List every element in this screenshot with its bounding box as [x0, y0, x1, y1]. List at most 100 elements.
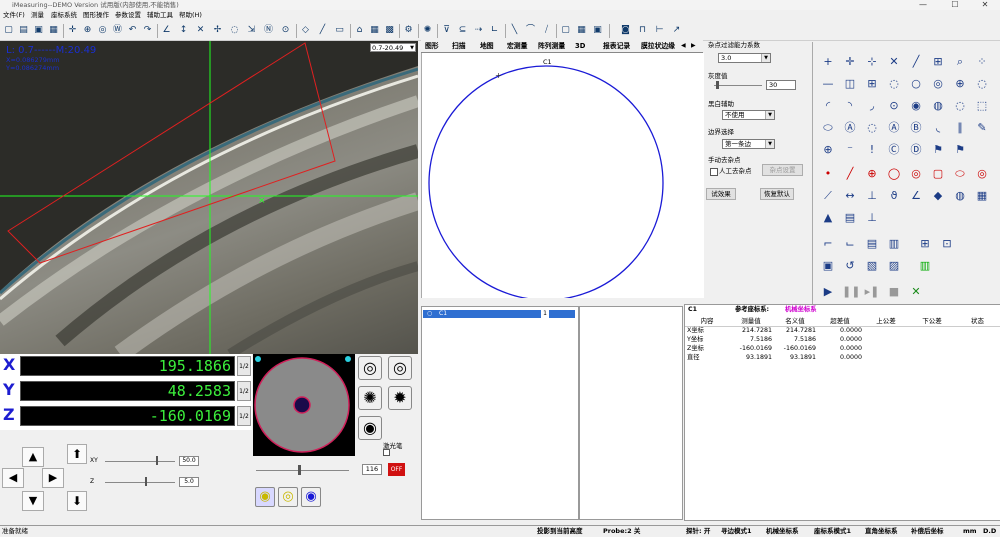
- table-row[interactable]: X坐标 214.7281 214.7281 0.0000: [685, 327, 1000, 336]
- auto-focus-icon[interactable]: ◎: [96, 24, 109, 37]
- tab-edge[interactable]: 膜拉状边缘: [641, 41, 675, 51]
- z-speed-thumb[interactable]: [145, 477, 147, 486]
- status-coord-mode[interactable]: 座标系模式1: [814, 526, 851, 537]
- rect-cross-icon[interactable]: ⊞: [864, 76, 880, 92]
- gray-value-field[interactable]: 30: [766, 80, 796, 90]
- tab-scan[interactable]: 扫描: [452, 41, 466, 51]
- load2-icon[interactable]: ▨: [886, 258, 902, 274]
- z-down-icon[interactable]: ⬇: [67, 491, 87, 511]
- bottom-light-icon[interactable]: ◉: [358, 416, 382, 440]
- xy-speed-value[interactable]: 50.0: [179, 456, 199, 466]
- flag-icon[interactable]: ⚑: [930, 142, 946, 158]
- parallel-icon[interactable]: ∥: [952, 120, 968, 136]
- jog-down-icon[interactable]: ▼: [22, 491, 44, 511]
- tool-angle-icon[interactable]: ∠: [160, 24, 173, 37]
- menu-params[interactable]: 参数设置: [115, 10, 141, 21]
- circle-d-icon[interactable]: Ⓓ: [908, 142, 924, 158]
- red-circle-icon[interactable]: ◯: [886, 166, 902, 182]
- play-icon[interactable]: ▶: [820, 284, 836, 300]
- save-coord-icon[interactable]: ▣: [820, 258, 836, 274]
- ellipse-icon[interactable]: ⬭: [820, 120, 836, 136]
- menu-measure[interactable]: 测量: [31, 10, 44, 21]
- manual-noise-checkbox[interactable]: [710, 168, 718, 176]
- gray-slider-thumb[interactable]: [716, 81, 719, 89]
- light-value-field[interactable]: 116: [362, 464, 382, 475]
- ring-light-icon[interactable]: ◎: [358, 356, 382, 380]
- line-slash-icon[interactable]: ⧸: [540, 24, 553, 37]
- red-line-icon[interactable]: ╱: [842, 166, 858, 182]
- circle-plus-icon[interactable]: ⊕: [952, 76, 968, 92]
- list-item[interactable]: ○ C1 1: [423, 310, 575, 318]
- jog-right-icon[interactable]: ▶: [42, 468, 64, 488]
- tool-shape-icon[interactable]: ◇: [299, 24, 312, 37]
- line-icon[interactable]: ╱: [908, 54, 924, 70]
- light-dial[interactable]: [253, 354, 355, 456]
- segment-light-icon[interactable]: ✺: [358, 386, 382, 410]
- minimize-button[interactable]: —: [908, 0, 938, 10]
- calc-icon[interactable]: ▩: [383, 24, 396, 37]
- maximize-button[interactable]: ☐: [940, 0, 970, 10]
- wizard-icon[interactable]: Ⓦ: [111, 24, 124, 37]
- recall-icon[interactable]: ↺: [842, 258, 858, 274]
- gray-slider[interactable]: [714, 85, 762, 86]
- rotate-right-icon[interactable]: ↷: [141, 24, 154, 37]
- circle-icon[interactable]: ○: [908, 76, 924, 92]
- perpendicular-icon[interactable]: ⊥: [864, 210, 880, 226]
- tool-n-icon[interactable]: Ⓝ: [262, 24, 275, 37]
- menu-tools[interactable]: 辅助工具: [147, 10, 173, 21]
- camera-icon[interactable]: ◙: [619, 24, 632, 37]
- load-icon[interactable]: ▧: [864, 258, 880, 274]
- coord-set-icon[interactable]: ⌙: [842, 236, 858, 252]
- add-frame-icon[interactable]: ⊞: [917, 236, 933, 252]
- xy-speed-slider[interactable]: [105, 461, 175, 462]
- jog-left-icon[interactable]: ◀: [2, 468, 24, 488]
- center-frame-icon[interactable]: ⊡: [939, 236, 955, 252]
- new-file-icon[interactable]: ▢: [2, 24, 15, 37]
- freeform-icon[interactable]: ϑ: [886, 188, 902, 204]
- minus-point-icon[interactable]: ⁻: [842, 142, 858, 158]
- frame-icon[interactable]: ▣: [591, 24, 604, 37]
- circle-ring-icon[interactable]: ◌: [952, 98, 968, 114]
- red-ring-icon[interactable]: ◎: [908, 166, 924, 182]
- status-compensation[interactable]: 补偿后坐标: [911, 526, 944, 537]
- tool-point-icon[interactable]: ✕: [194, 24, 207, 37]
- calculator-icon[interactable]: ▤: [842, 210, 858, 226]
- status-dd[interactable]: D.D: [983, 526, 996, 537]
- probe-t-icon[interactable]: ⊢: [653, 24, 666, 37]
- light-off-icon[interactable]: OFF: [388, 463, 405, 476]
- height-icon[interactable]: ⊥: [864, 188, 880, 204]
- target-icon[interactable]: ✺: [421, 24, 434, 37]
- red-flag-icon[interactable]: ⚑: [952, 142, 968, 158]
- curve-icon[interactable]: ↗: [670, 24, 683, 37]
- menu-help[interactable]: 帮助(H): [179, 10, 202, 21]
- cone-icon[interactable]: ▲: [820, 210, 836, 226]
- flow-icon[interactable]: ⇢: [472, 24, 485, 37]
- circle-a-icon[interactable]: Ⓐ: [886, 120, 902, 136]
- axis-icon[interactable]: ⊹: [864, 54, 880, 70]
- status-probe[interactable]: Probe:2 关: [603, 526, 640, 537]
- noise-setting-button[interactable]: 杂点设置: [762, 164, 803, 176]
- red-dot-icon[interactable]: •: [820, 166, 836, 182]
- save-icon[interactable]: ▣: [32, 24, 45, 37]
- rotate-left-icon[interactable]: ↶: [126, 24, 139, 37]
- warning-icon[interactable]: !: [864, 142, 880, 158]
- settings-icon[interactable]: ⚙: [402, 24, 415, 37]
- tab-3d[interactable]: 3D: [575, 41, 585, 51]
- circle-center-icon[interactable]: ⊙: [886, 98, 902, 114]
- menu-graphics[interactable]: 图形操作: [83, 10, 109, 21]
- zoom-select[interactable]: 0.7-20.49 ▼: [370, 43, 416, 52]
- grid-icon[interactable]: ▦: [575, 24, 588, 37]
- table-icon[interactable]: ▦: [368, 24, 381, 37]
- table-row[interactable]: Y坐标 7.5186 7.5186 0.0000: [685, 336, 1000, 345]
- status-rect-coord[interactable]: 直角坐标系: [865, 526, 898, 537]
- step-icon[interactable]: ▸❚: [864, 284, 880, 300]
- z-speed-slider[interactable]: [105, 482, 175, 483]
- tab-scroll-left-icon[interactable]: ◀: [681, 41, 686, 51]
- tool-arrow-icon[interactable]: ⇲: [245, 24, 258, 37]
- tab-macro[interactable]: 宏测量: [507, 41, 527, 51]
- test-effect-button[interactable]: 试效果: [706, 188, 736, 200]
- status-machine-coord[interactable]: 机械坐标系: [766, 526, 799, 537]
- pause-icon[interactable]: ❚❚: [842, 284, 860, 300]
- rect-split-icon[interactable]: ◫: [842, 76, 858, 92]
- tool-cross-icon[interactable]: ✢: [211, 24, 224, 37]
